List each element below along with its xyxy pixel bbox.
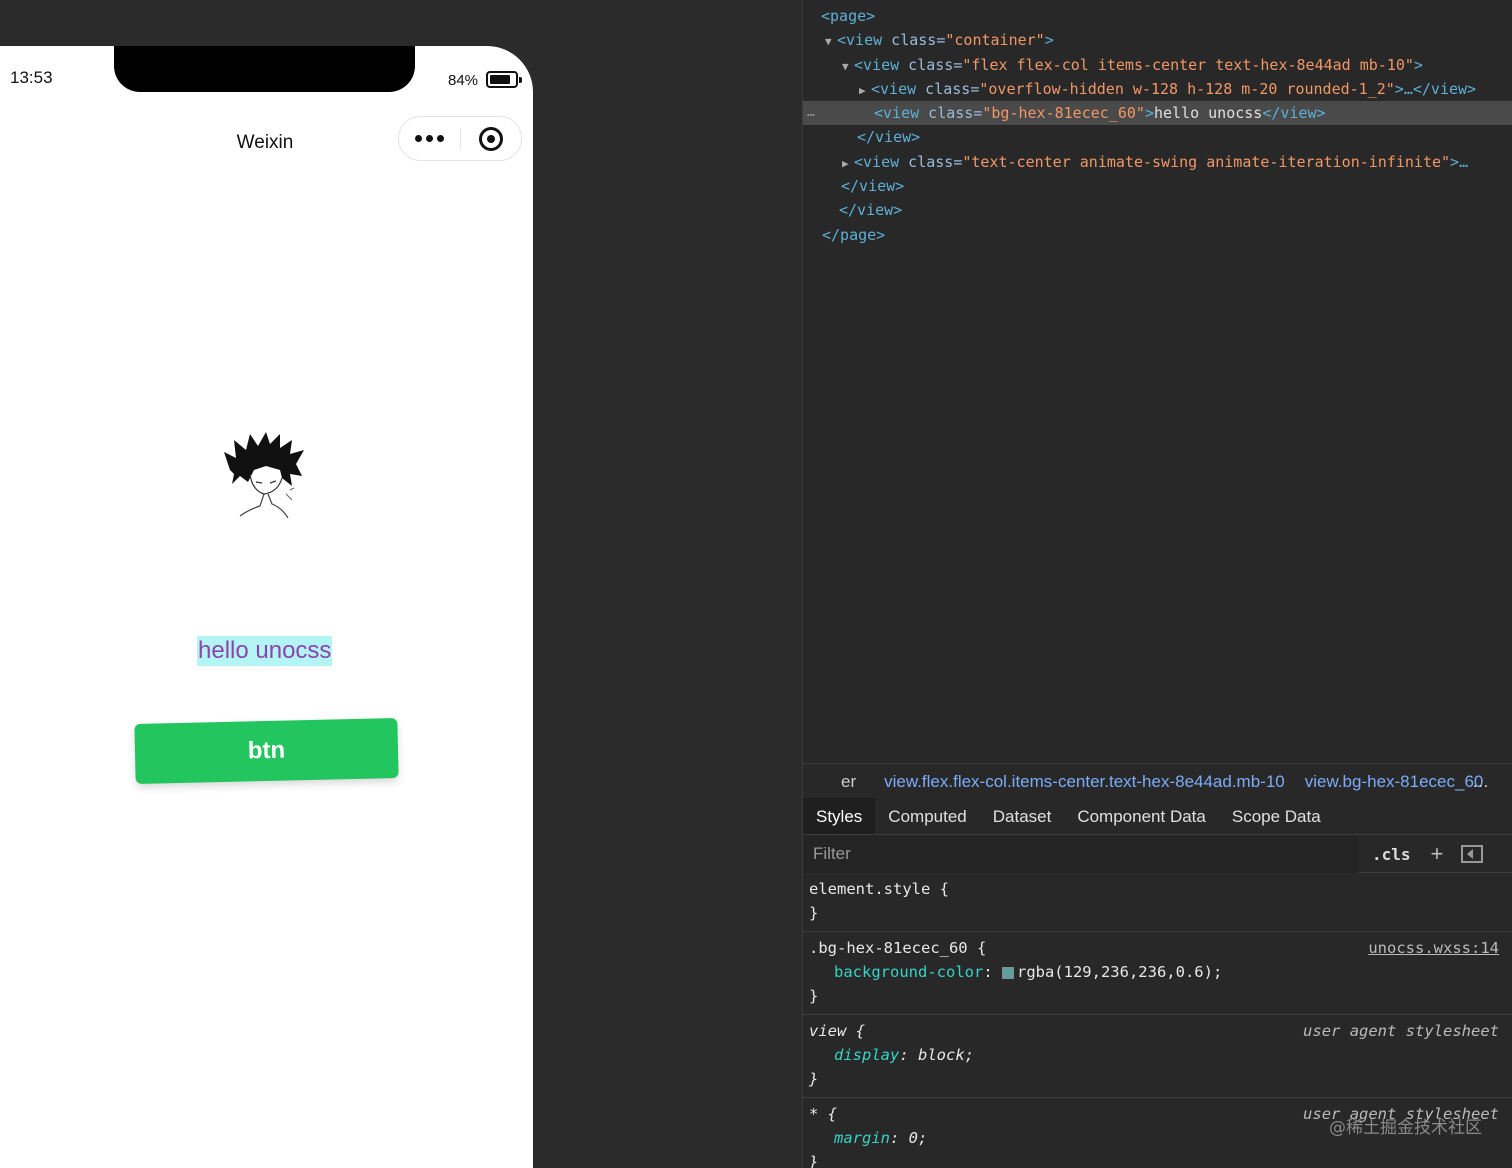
simulator-background — [0, 0, 533, 46]
tab-styles[interactable]: Styles — [803, 798, 876, 834]
hello-text: hello unocss — [197, 636, 333, 666]
tree-node-close[interactable]: </view> — [803, 174, 1512, 198]
inspector-tabs: Styles Computed Dataset Component Data S… — [803, 798, 1512, 835]
devtools-panel: <page> ▼ <view class="container"> ▼ <view … — [802, 0, 1512, 1168]
tree-node-flex[interactable]: ▼ <view class="flex flex-col items-center… — [803, 53, 1512, 77]
breadcrumb-item[interactable]: er — [841, 772, 856, 792]
btn-button[interactable]: btn — [134, 718, 399, 784]
tab-dataset[interactable]: Dataset — [980, 798, 1065, 834]
rule-property[interactable]: background-color — [809, 963, 983, 981]
wxml-tree: <page> ▼ <view class="container"> ▼ <view … — [803, 4, 1512, 247]
tree-node-close[interactable]: </view> — [803, 198, 1512, 222]
styles-filter-bar: .cls + — [803, 835, 1512, 873]
tree-node-page-close[interactable]: </page> — [803, 223, 1512, 247]
tab-computed[interactable]: Computed — [875, 798, 979, 834]
tree-node-container[interactable]: ▼ <view class="container"> — [803, 28, 1512, 52]
rule-source-ua: user agent stylesheet — [1303, 1022, 1499, 1040]
rule-view-ua: view { user agent stylesheet display: bl… — [803, 1015, 1512, 1098]
collapsed-triangle-icon[interactable]: ▶ — [842, 152, 854, 174]
watermark: @稀土掘金技术社区 — [1329, 1118, 1482, 1138]
add-rule-icon[interactable]: + — [1431, 841, 1444, 867]
tree-node-bg-selected[interactable]: … <view class="bg-hex-81ecec_60">hello un… — [803, 101, 1512, 126]
more-icon[interactable] — [399, 135, 460, 142]
battery-percentage: 84% — [448, 72, 479, 89]
tab-component-data[interactable]: Component Data — [1064, 798, 1219, 834]
filter-input[interactable] — [803, 835, 1358, 873]
more-options-icon[interactable]: … — [807, 101, 815, 125]
phone-notch — [114, 46, 415, 92]
phone-simulator: 13:53 84% Weixin hello unocss btn — [0, 46, 533, 1168]
rule-source-link[interactable]: unocss.wxss:14 — [1368, 936, 1499, 960]
battery-icon — [486, 71, 522, 88]
collapsed-triangle-icon[interactable]: ▶ — [859, 79, 871, 101]
battery-fill — [490, 75, 511, 84]
status-time: 13:53 — [10, 68, 53, 87]
cls-button[interactable]: .cls — [1372, 845, 1411, 864]
expanded-triangle-icon[interactable]: ▼ — [825, 30, 837, 52]
mini-program-capsule — [398, 116, 522, 161]
breadcrumb-more-icon[interactable]: … — [1472, 772, 1489, 792]
breadcrumb: er view.flex.flex-col.items-center.text-… — [803, 763, 1512, 799]
rule-bg-hex[interactable]: .bg-hex-81ecec_60 { unocss.wxss:14 backg… — [803, 932, 1512, 1015]
tree-node-close[interactable]: </view> — [803, 125, 1512, 149]
rule-value[interactable]: rgba(129,236,236,0.6); — [1017, 963, 1222, 981]
close-target-icon[interactable] — [461, 126, 521, 151]
color-swatch-icon[interactable] — [1001, 966, 1014, 979]
breadcrumb-item-flex[interactable]: view.flex.flex-col.items-center.text-hex… — [884, 772, 1285, 792]
tree-node-overflow[interactable]: ▶ <view class="overflow-hidden w-128 h-12… — [803, 77, 1512, 101]
rule-element-style[interactable]: element.style { } — [803, 873, 1512, 932]
expanded-triangle-icon[interactable]: ▼ — [842, 55, 854, 77]
breadcrumb-item-bg[interactable]: view.bg-hex-81ecec_60 — [1305, 772, 1484, 792]
tab-scope-data[interactable]: Scope Data — [1219, 798, 1334, 834]
toggle-sidebar-icon[interactable] — [1461, 845, 1484, 863]
tree-node-swing[interactable]: ▶ <view class="text-center animate-swing … — [803, 150, 1512, 174]
tree-node-page-open[interactable]: <page> — [803, 4, 1512, 28]
avatar-image — [224, 432, 304, 519]
